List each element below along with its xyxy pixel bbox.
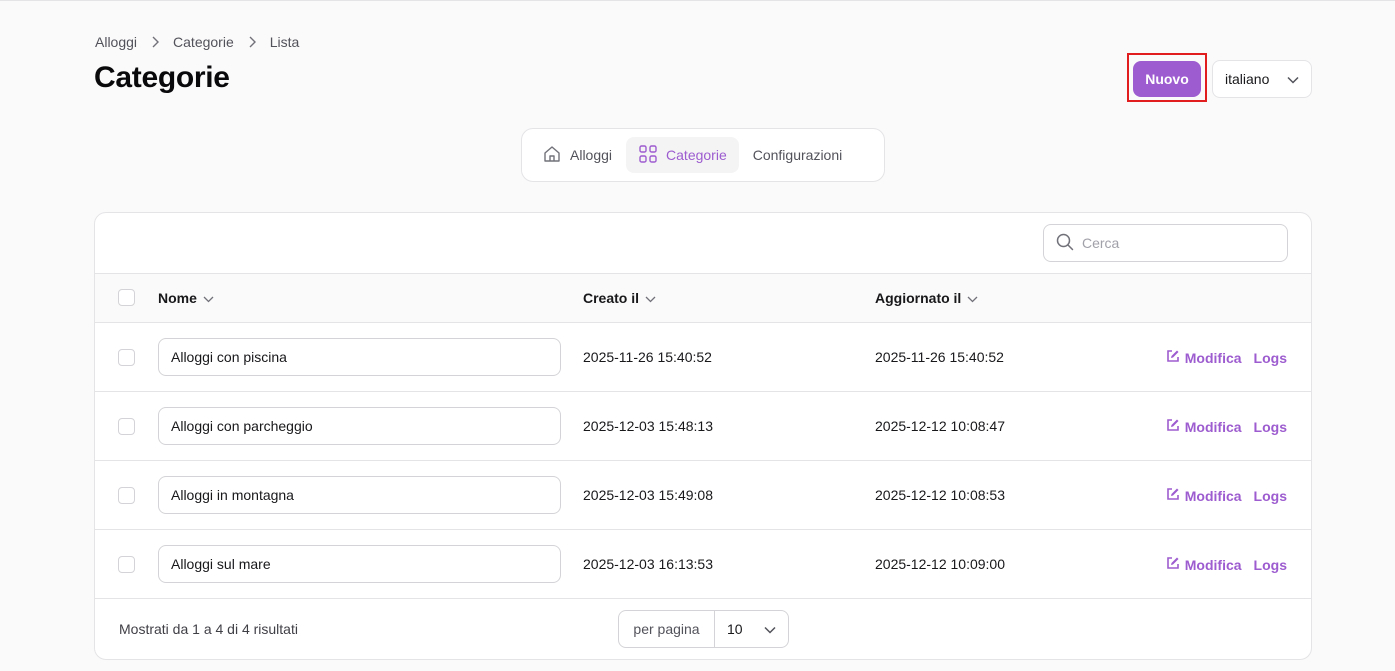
- row-actions: Modifica Logs: [1166, 349, 1287, 366]
- chevron-right-icon: [248, 36, 256, 48]
- table-row: Alloggi sul mare 2025-12-03 16:13:53 202…: [95, 530, 1311, 599]
- row-checkbox[interactable]: [118, 418, 135, 435]
- tab-configurazioni[interactable]: Configurazioni: [741, 137, 855, 173]
- breadcrumb-item-alloggi[interactable]: Alloggi: [95, 34, 137, 50]
- per-page-label: per pagina: [619, 611, 715, 647]
- row-checkbox[interactable]: [118, 349, 135, 366]
- row-actions: Modifica Logs: [1166, 556, 1287, 573]
- tab-categorie-label: Categorie: [666, 147, 727, 163]
- name-field[interactable]: Alloggi con parcheggio: [158, 407, 561, 445]
- edit-label: Modifica: [1184, 418, 1242, 435]
- table-header: Nome Creato il Aggiornato il: [95, 273, 1311, 323]
- updated-cell: 2025-12-12 10:09:00: [875, 556, 1005, 572]
- home-icon: [542, 144, 562, 167]
- edit-button[interactable]: Modifica: [1166, 487, 1242, 504]
- edit-button[interactable]: Modifica: [1166, 349, 1242, 366]
- tab-bar: Alloggi Categorie Configurazioni: [521, 128, 885, 182]
- chevron-right-icon: [151, 36, 160, 48]
- name-field[interactable]: Alloggi con piscina: [158, 338, 561, 376]
- column-header-label: Aggiornato il: [875, 290, 962, 306]
- column-header-creato[interactable]: Creato il: [583, 290, 656, 306]
- language-select-value: italiano: [1225, 71, 1270, 87]
- breadcrumb-item-categorie[interactable]: Categorie: [173, 34, 234, 50]
- updated-cell: 2025-12-12 10:08:53: [875, 487, 1005, 503]
- grid-icon: [638, 144, 658, 167]
- table-row: Alloggi in montagna 2025-12-03 15:49:08 …: [95, 461, 1311, 530]
- page-title: Categorie: [94, 61, 230, 94]
- edit-label: Modifica: [1184, 487, 1242, 504]
- edit-button[interactable]: Modifica: [1166, 418, 1242, 435]
- pagination-summary: Mostrati da 1 a 4 di 4 risultati: [119, 621, 298, 637]
- logs-button[interactable]: Logs: [1254, 557, 1287, 573]
- new-button[interactable]: Nuovo: [1133, 61, 1201, 97]
- created-cell: 2025-12-03 15:49:08: [583, 487, 713, 503]
- logs-button[interactable]: Logs: [1254, 350, 1287, 366]
- edit-icon: [1166, 556, 1180, 573]
- tab-alloggi[interactable]: Alloggi: [530, 137, 624, 173]
- name-field[interactable]: Alloggi sul mare: [158, 545, 561, 583]
- created-cell: 2025-12-03 16:13:53: [583, 556, 713, 572]
- tab-configurazioni-label: Configurazioni: [752, 147, 843, 163]
- chevron-down-icon: [1287, 71, 1299, 87]
- row-actions: Modifica Logs: [1166, 418, 1287, 435]
- column-header-aggiornato[interactable]: Aggiornato il: [875, 290, 978, 306]
- edit-label: Modifica: [1184, 556, 1242, 573]
- row-actions: Modifica Logs: [1166, 487, 1287, 504]
- tab-categorie[interactable]: Categorie: [626, 137, 739, 173]
- chevron-down-icon: [645, 290, 656, 306]
- logs-button[interactable]: Logs: [1254, 419, 1287, 435]
- language-select[interactable]: italiano: [1212, 60, 1312, 98]
- edit-label: Modifica: [1184, 349, 1242, 366]
- edit-button[interactable]: Modifica: [1166, 556, 1242, 573]
- per-page-select[interactable]: per pagina 10: [618, 610, 789, 648]
- updated-cell: 2025-12-12 10:08:47: [875, 418, 1005, 434]
- table-row: Alloggi con parcheggio 2025-12-03 15:48:…: [95, 392, 1311, 461]
- created-cell: 2025-12-03 15:48:13: [583, 418, 713, 434]
- breadcrumb: Alloggi Categorie Lista: [95, 34, 299, 50]
- chevron-down-icon: [967, 290, 978, 306]
- edit-icon: [1166, 349, 1180, 366]
- table-row: Alloggi con piscina 2025-11-26 15:40:52 …: [95, 323, 1311, 392]
- per-page-value-wrap[interactable]: 10: [715, 621, 788, 637]
- name-field[interactable]: Alloggi in montagna: [158, 476, 561, 514]
- row-checkbox[interactable]: [118, 487, 135, 504]
- table-card: Cerca Nome Creato il Aggiornato il Allog…: [94, 212, 1312, 660]
- column-header-label: Nome: [158, 290, 197, 306]
- edit-icon: [1166, 418, 1180, 435]
- updated-cell: 2025-11-26 15:40:52: [875, 349, 1004, 365]
- column-header-nome[interactable]: Nome: [158, 290, 214, 306]
- logs-button[interactable]: Logs: [1254, 488, 1287, 504]
- search-placeholder: Cerca: [1082, 235, 1120, 251]
- breadcrumb-item-lista: Lista: [269, 34, 300, 50]
- per-page-value: 10: [727, 621, 743, 637]
- row-checkbox[interactable]: [118, 556, 135, 573]
- created-cell: 2025-11-26 15:40:52: [583, 349, 712, 365]
- column-header-label: Creato il: [583, 290, 640, 306]
- chevron-down-icon: [764, 621, 776, 637]
- search-icon: [1056, 233, 1074, 254]
- search-input[interactable]: Cerca: [1043, 224, 1288, 262]
- select-all-checkbox[interactable]: [118, 289, 135, 306]
- tab-alloggi-label: Alloggi: [570, 147, 613, 163]
- edit-icon: [1166, 487, 1180, 504]
- chevron-down-icon: [203, 290, 214, 306]
